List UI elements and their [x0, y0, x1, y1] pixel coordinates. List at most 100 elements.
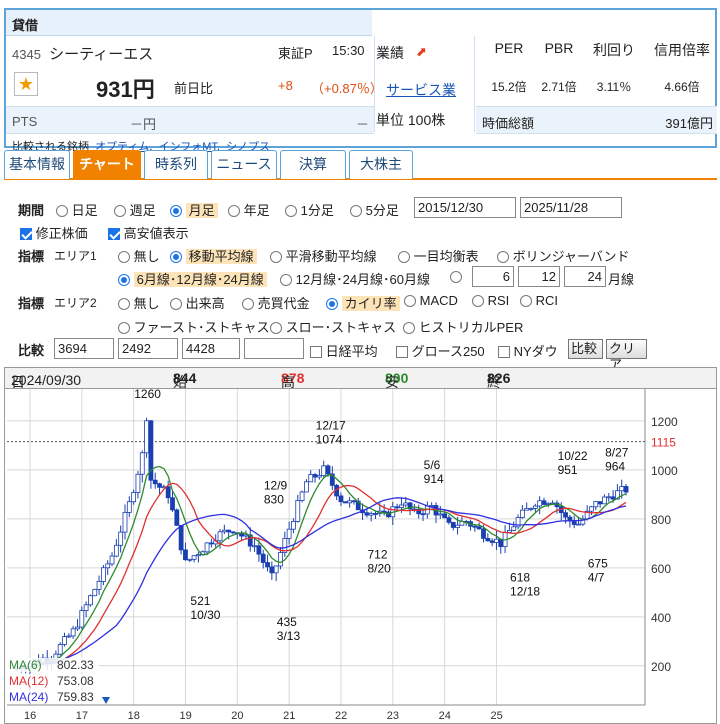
- ma-custom-2-input[interactable]: 12: [518, 266, 560, 287]
- x-tick-label: 25: [490, 710, 502, 722]
- ma-custom-3-input[interactable]: 24: [564, 266, 606, 287]
- candle-body: [70, 628, 76, 637]
- candle-body: [62, 636, 67, 645]
- ma-set-12-24-60[interactable]: 12月線･24月線･60月線: [280, 269, 430, 288]
- area2-deviation[interactable]: カイリ率: [326, 293, 400, 312]
- candle-body: [118, 531, 124, 546]
- gyoseki-label: 業績: [376, 45, 404, 61]
- sector-link[interactable]: サービス業: [386, 80, 456, 100]
- ohlc-close: 終値 826: [487, 370, 511, 410]
- pts-row: PTS －円 －: [6, 106, 374, 134]
- candle-body: [316, 475, 322, 478]
- adjusted-price-checkbox[interactable]: 修正株価: [20, 223, 88, 242]
- period-daily[interactable]: 日足: [56, 200, 98, 219]
- area2-turnover[interactable]: 売買代金: [242, 293, 310, 312]
- legend-value: 802.33: [57, 658, 94, 672]
- candle-body: [221, 529, 227, 533]
- candle-body: [144, 420, 149, 454]
- area2-label: エリア2: [54, 296, 97, 310]
- candle-body: [325, 465, 331, 475]
- current-price: 931円: [96, 77, 155, 102]
- nikkei-checkbox[interactable]: 日経平均: [310, 341, 378, 360]
- area2-rci[interactable]: RCI: [520, 293, 558, 308]
- ma-set-custom[interactable]: [450, 269, 462, 284]
- x-tick-label: 19: [179, 710, 191, 722]
- area2-none[interactable]: 無し: [118, 293, 160, 312]
- tab-earnings[interactable]: 決算: [280, 150, 346, 179]
- area1-ichimoku[interactable]: 一目均衡表: [398, 246, 479, 265]
- annotation-date: 10/22: [558, 449, 588, 463]
- y-tick-label: 200: [651, 660, 671, 674]
- area2-rsi[interactable]: RSI: [472, 293, 509, 308]
- candle-body: [295, 500, 301, 522]
- pts-change: －: [356, 117, 370, 132]
- clear-button[interactable]: クリア: [606, 339, 647, 372]
- tab-shareholders[interactable]: 大株主: [349, 150, 413, 179]
- annotation-date: 8/20: [368, 561, 392, 575]
- period-yearly[interactable]: 年足: [228, 200, 270, 219]
- candle-body: [541, 500, 547, 505]
- trend-up-arrow-icon: ⬈: [416, 44, 427, 59]
- area2-slow-stochastics[interactable]: スロー･ストキャス: [270, 317, 396, 336]
- candle-body: [507, 529, 512, 533]
- period-monthly[interactable]: 月足: [170, 200, 218, 219]
- annotation-value: 1074: [316, 433, 343, 447]
- compare-code-2-input[interactable]: 2492: [118, 338, 178, 359]
- candle-body: [57, 644, 63, 655]
- candle-body: [79, 610, 85, 628]
- candle-body: [347, 500, 352, 504]
- high-low-checkbox[interactable]: 高安値表示: [108, 223, 189, 242]
- pts-label: PTS: [12, 114, 38, 129]
- candle-body: [619, 486, 625, 492]
- area1-moving-average[interactable]: 移動平均線: [170, 246, 257, 265]
- pts-value: －円: [130, 117, 157, 132]
- star-icon[interactable]: ★: [14, 72, 38, 96]
- ma-set-6-12-24[interactable]: 6月線･12月線･24月線: [118, 269, 267, 288]
- price-chart[interactable]: 200 400 600 800 1000 1200 16 17 18 19 20 21 22 23 24 25…: [4, 389, 717, 724]
- candle-body: [291, 520, 296, 530]
- date-from-input[interactable]: 2015/12/30: [414, 197, 516, 218]
- candle-body: [165, 486, 171, 499]
- compare-code-1-input[interactable]: 3694: [54, 338, 114, 359]
- candle-body: [135, 473, 141, 493]
- margin-ratio-label: 信用倍率: [654, 42, 710, 58]
- y-tick-label: 800: [651, 513, 671, 527]
- area1-bollinger[interactable]: ボリンジャーバンド: [497, 246, 630, 265]
- compare-code-3-input[interactable]: 4428: [182, 338, 240, 359]
- price-change: +8: [278, 78, 293, 93]
- candle-body: [96, 581, 102, 590]
- annotation-date: 12/9: [264, 478, 288, 492]
- growth250-checkbox[interactable]: グロース250: [396, 341, 485, 360]
- tab-chart[interactable]: チャート: [73, 150, 141, 179]
- period-1min[interactable]: 1分足: [285, 200, 334, 219]
- stock-code: 4345: [12, 47, 41, 62]
- date-to-input[interactable]: 2025/11/28: [520, 197, 622, 218]
- candle-body: [489, 540, 495, 543]
- compare-button[interactable]: 比較: [568, 339, 603, 359]
- candle-body: [269, 566, 275, 574]
- area2-fast-stochastics[interactable]: ファースト･ストキャス: [118, 317, 269, 336]
- candle-body: [75, 626, 80, 630]
- compare-code-4-input[interactable]: [244, 338, 304, 359]
- nydow-checkbox[interactable]: NYダウ: [498, 341, 558, 360]
- candle-body: [494, 538, 499, 543]
- candle-body: [373, 513, 378, 515]
- period-weekly[interactable]: 週足: [114, 200, 156, 219]
- area2-volume[interactable]: 出来高: [170, 293, 225, 312]
- area2-macd[interactable]: MACD: [404, 293, 458, 308]
- area1-smoothed-ma[interactable]: 平滑移動平均線: [270, 246, 377, 265]
- tab-news[interactable]: ニュース: [211, 150, 277, 179]
- ma-custom-1-input[interactable]: 6: [472, 266, 514, 287]
- area1-none[interactable]: 無し: [118, 246, 160, 265]
- tab-basic-info[interactable]: 基本情報: [4, 150, 70, 179]
- candle-body: [157, 483, 162, 488]
- candle-body: [122, 512, 128, 533]
- tab-timeseries[interactable]: 時系列: [144, 150, 208, 179]
- period-5min[interactable]: 5分足: [350, 200, 399, 219]
- area2-historical-per[interactable]: ヒストリカルPER: [403, 317, 523, 336]
- candle-body: [139, 452, 145, 475]
- current-price-label: 1115: [651, 436, 676, 450]
- candle-body: [226, 529, 232, 533]
- ohlc-low: 安値 800: [385, 370, 409, 410]
- period-label: 期間: [18, 203, 45, 218]
